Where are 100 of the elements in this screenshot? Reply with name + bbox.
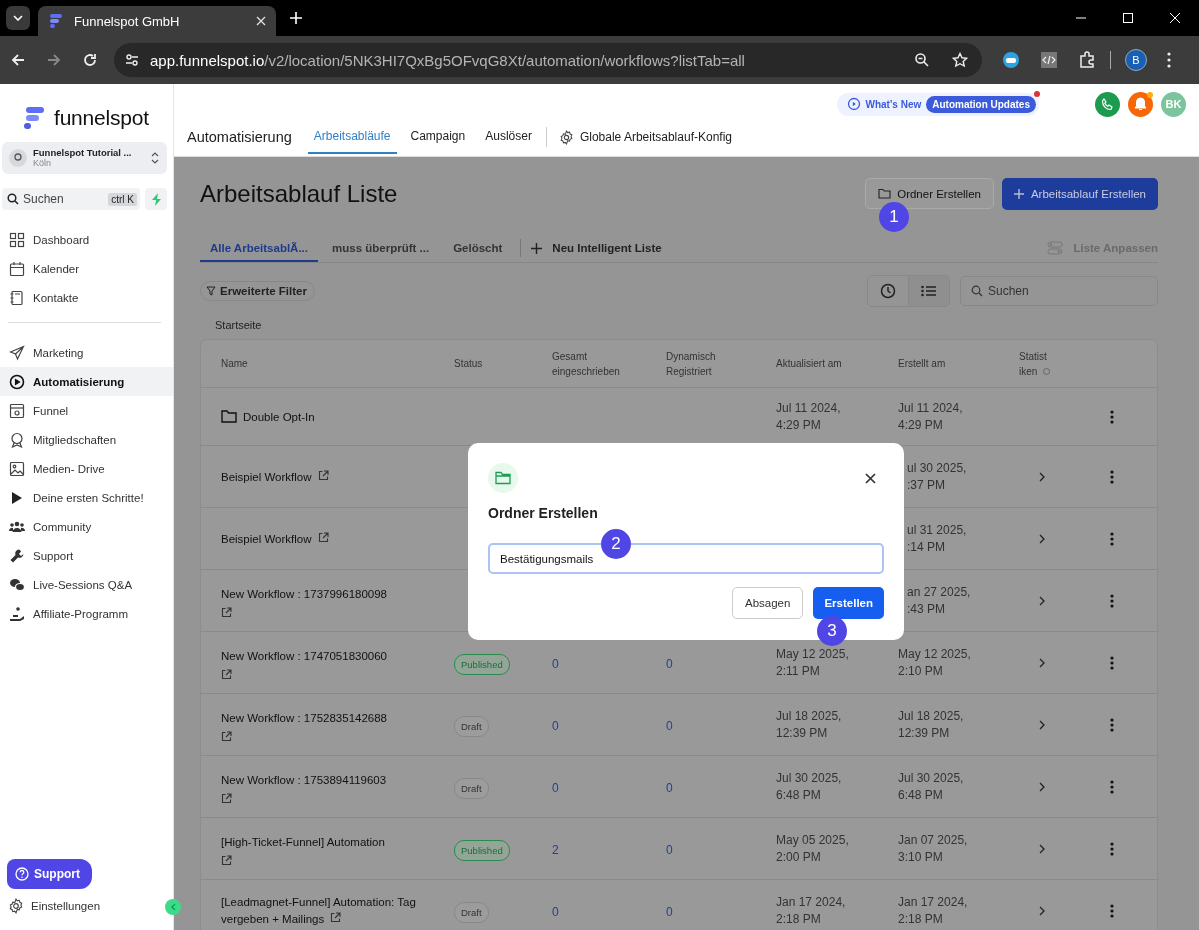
- chevron-right-icon[interactable]: [1039, 657, 1045, 668]
- folder-name[interactable]: Double Opt-In: [243, 410, 315, 423]
- config-tab[interactable]: Globale Arbeitsablauf-Konfig: [554, 129, 732, 145]
- nav-item[interactable]: Kalender: [0, 254, 173, 283]
- nav-item[interactable]: Live-Sessions Q&A: [0, 570, 173, 599]
- settings-link[interactable]: Einstellungen: [0, 889, 173, 930]
- more-icon[interactable]: [1110, 655, 1114, 670]
- enrolled-count[interactable]: 2: [552, 842, 559, 857]
- chevron-right-icon[interactable]: [1039, 781, 1045, 792]
- nav-item[interactable]: Support: [0, 541, 173, 570]
- nav-item[interactable]: Affiliate-Programm: [0, 599, 173, 628]
- extensions-icon[interactable]: [1078, 51, 1096, 69]
- chevron-right-icon[interactable]: [1039, 595, 1045, 606]
- search-field[interactable]: Suchen: [960, 276, 1158, 306]
- close-icon[interactable]: [865, 472, 876, 484]
- more-icon[interactable]: [1110, 779, 1114, 794]
- workflow-name[interactable]: New Workflow : 1747051830060: [221, 647, 387, 665]
- chevron-right-icon[interactable]: [1039, 719, 1045, 730]
- nav-item[interactable]: Deine ersten Schritte!: [0, 483, 173, 512]
- code-icon[interactable]: [1040, 51, 1058, 69]
- more-icon[interactable]: [1110, 469, 1114, 484]
- nav-item[interactable]: Automatisierung: [0, 367, 173, 396]
- more-icon[interactable]: [1110, 717, 1114, 732]
- nav-tab[interactable]: Campaign: [404, 120, 472, 154]
- new-list-button[interactable]: Neu Intelligent Liste: [531, 242, 662, 254]
- enrolled-count[interactable]: 0: [552, 904, 559, 919]
- star-icon[interactable]: [952, 52, 968, 68]
- external-link-icon[interactable]: [317, 470, 329, 481]
- list-icon: [921, 285, 937, 297]
- create-button[interactable]: Erstellen: [813, 587, 884, 619]
- chevron-right-icon[interactable]: [1039, 533, 1045, 544]
- dynamic-count[interactable]: 0: [666, 718, 673, 733]
- dynamic-count[interactable]: 0: [666, 780, 673, 795]
- reload-icon[interactable]: [82, 52, 98, 68]
- enrolled-count[interactable]: 0: [552, 656, 559, 671]
- support-button[interactable]: Support: [7, 859, 92, 889]
- chevron-right-icon[interactable]: [1039, 905, 1045, 916]
- create-folder-button[interactable]: Ordner Erstellen: [865, 178, 994, 209]
- dynamic-count[interactable]: 0: [666, 842, 673, 857]
- tab-search-button[interactable]: [6, 6, 30, 30]
- forward-icon[interactable]: [46, 52, 62, 68]
- cancel-button[interactable]: Absagen: [732, 587, 804, 619]
- workflow-name[interactable]: New Workflow : 1737996180098: [221, 585, 387, 603]
- nav-item[interactable]: Kontakte: [0, 283, 173, 312]
- whats-new-label: What's New: [865, 98, 922, 110]
- list-tab[interactable]: Alle ArbeitsablÃ...: [200, 234, 318, 262]
- maximize-icon[interactable]: [1122, 12, 1134, 24]
- site-settings-icon[interactable]: [124, 52, 140, 68]
- nav-tab[interactable]: Arbeitsabläufe: [307, 120, 397, 154]
- more-icon[interactable]: [1110, 531, 1114, 546]
- list-tab[interactable]: muss überprüft ...: [322, 234, 440, 262]
- external-link-icon[interactable]: [317, 532, 329, 543]
- collapse-button[interactable]: [165, 899, 181, 915]
- workflow-name[interactable]: [Leadmagnet-Funnel] Automation: Tag vergeben + Mailings: [221, 893, 436, 928]
- enrolled-count[interactable]: 0: [552, 718, 559, 733]
- nav-item[interactable]: Marketing: [0, 338, 173, 367]
- nav-item[interactable]: Funnel: [0, 396, 173, 425]
- nav-item[interactable]: Community: [0, 512, 173, 541]
- list-view-button[interactable]: [908, 276, 949, 306]
- external-link-icon[interactable]: [221, 606, 232, 618]
- dialog-title: Ordner Erstellen: [488, 505, 599, 521]
- external-link-icon[interactable]: [221, 854, 232, 866]
- nav-tab[interactable]: Auslöser: [479, 120, 538, 154]
- more-icon[interactable]: [1110, 841, 1114, 856]
- address-field[interactable]: app.funnelspot.io/v2/location/5NK3HI7QxBg5OFvqG8Xt/automation/workflows?listTab=all: [114, 43, 982, 77]
- whats-new-pill[interactable]: What's New Automation Updates: [836, 92, 1039, 116]
- enrolled-count[interactable]: 0: [552, 780, 559, 795]
- dynamic-count[interactable]: 0: [666, 656, 673, 671]
- dynamic-count[interactable]: 0: [666, 904, 673, 919]
- external-link-icon[interactable]: [221, 668, 232, 680]
- back-icon[interactable]: [10, 52, 26, 68]
- nav-item[interactable]: Dashboard: [0, 225, 173, 254]
- workflow-name[interactable]: New Workflow : 1752835142688: [221, 709, 387, 727]
- workflow-name[interactable]: [High-Ticket-Funnel] Automation: [221, 833, 385, 851]
- external-link-icon[interactable]: [221, 730, 232, 742]
- workflow-name[interactable]: Beispiel Workflow: [221, 531, 329, 548]
- browser-tab[interactable]: Funnelspot GmbH: [38, 6, 276, 36]
- zoom-icon[interactable]: [914, 52, 930, 68]
- breadcrumb[interactable]: Startseite: [200, 307, 1158, 339]
- new-tab-icon[interactable]: [290, 12, 302, 24]
- updates-badge[interactable]: Automation Updates: [926, 95, 1036, 113]
- chevron-right-icon[interactable]: [1039, 471, 1045, 482]
- menu-icon[interactable]: [1167, 52, 1171, 68]
- list-tab[interactable]: Gelöscht: [443, 234, 513, 262]
- workflow-name[interactable]: Beispiel Workflow: [221, 469, 329, 486]
- nav-item[interactable]: Mitgliedschaften: [0, 425, 173, 454]
- external-link-icon[interactable]: [221, 792, 232, 804]
- workflow-name[interactable]: New Workflow : 1753894119603: [221, 771, 387, 789]
- account-switcher[interactable]: Funnelspot Tutorial ... Köln: [2, 142, 167, 174]
- external-link-icon[interactable]: [330, 911, 342, 923]
- chevron-right-icon[interactable]: [1039, 843, 1045, 854]
- phone-button[interactable]: [1095, 91, 1120, 117]
- more-icon[interactable]: [1110, 409, 1114, 424]
- create-workflow-button[interactable]: Arbeitsablauf Erstellen: [1001, 178, 1158, 210]
- nav-item[interactable]: Medien- Drive: [0, 454, 173, 483]
- profile-avatar[interactable]: B: [1125, 49, 1147, 71]
- more-icon[interactable]: [1110, 593, 1114, 608]
- notifications-button[interactable]: [1128, 91, 1153, 117]
- search-field[interactable]: Suchen ctrl K: [2, 188, 140, 210]
- more-icon[interactable]: [1110, 903, 1114, 918]
